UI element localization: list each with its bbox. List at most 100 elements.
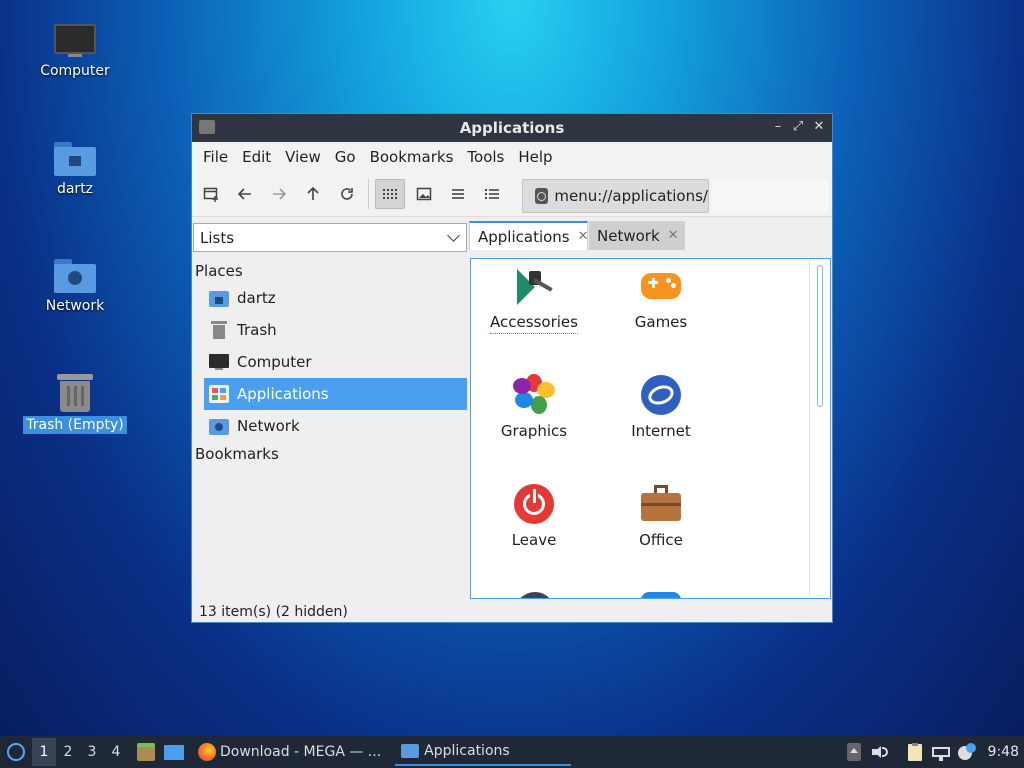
close-tab-icon[interactable]: ✕ xyxy=(578,229,589,244)
folder-item-games[interactable]: Games xyxy=(606,265,716,331)
clock[interactable]: 9:48 xyxy=(988,744,1019,760)
grid-icon xyxy=(383,189,397,199)
image-icon xyxy=(416,187,432,201)
home-folder-icon xyxy=(209,289,229,307)
detailed-list-icon xyxy=(485,189,499,199)
thumbnail-view-button[interactable] xyxy=(409,179,439,209)
reload-button[interactable] xyxy=(332,179,362,209)
scrollbar-thumb[interactable] xyxy=(817,265,823,407)
start-menu-button[interactable] xyxy=(0,736,32,768)
menu-help[interactable]: Help xyxy=(511,148,559,166)
menu-view[interactable]: View xyxy=(278,148,328,166)
power-icon xyxy=(513,483,555,525)
folder-icon xyxy=(401,744,420,758)
sidebar-mode-select[interactable]: Lists xyxy=(193,223,467,252)
sidebar-item-label: Network xyxy=(237,417,300,435)
back-button[interactable] xyxy=(230,179,260,209)
icon-view-button[interactable] xyxy=(375,179,405,209)
workspace-3[interactable]: 3 xyxy=(80,738,104,766)
bookmarks-header: Bookmarks xyxy=(195,445,279,463)
sidebar-mode-value: Lists xyxy=(200,228,235,247)
toolbar: menu://applications/ xyxy=(192,172,832,217)
desktop-icon-label: Network xyxy=(45,298,105,314)
internet-icon xyxy=(640,374,682,416)
workspace-4[interactable]: 4 xyxy=(104,738,128,766)
sidebar-item-applications[interactable]: Applications xyxy=(204,378,467,410)
location-field[interactable] xyxy=(712,179,828,213)
clipboard-icon[interactable] xyxy=(905,743,925,761)
volume-icon[interactable] xyxy=(870,743,890,761)
task-label: Download - MEGA — ... xyxy=(220,744,382,760)
network-folder-icon xyxy=(209,417,229,435)
reload-icon xyxy=(341,188,353,200)
task-label: Applications xyxy=(424,743,510,759)
arrow-right-icon xyxy=(273,188,287,200)
vertical-scrollbar[interactable] xyxy=(809,261,828,596)
sidebar-item-dartz[interactable]: dartz xyxy=(204,282,467,314)
gamepad-icon xyxy=(640,265,682,307)
maximize-button[interactable]: ⤢ xyxy=(789,118,807,136)
workspace-2[interactable]: 2 xyxy=(56,738,80,766)
file-view[interactable]: Accessories Games Graphics Internet Leav… xyxy=(470,258,831,599)
sidebar-item-computer[interactable]: Computer xyxy=(204,346,467,378)
file-cabinet-icon xyxy=(137,743,155,761)
close-tab-icon[interactable]: ✕ xyxy=(668,228,679,243)
item-label: Office xyxy=(639,531,683,549)
desktop-icon-label: Trash (Empty) xyxy=(23,416,127,434)
network-status-icon[interactable] xyxy=(931,743,951,761)
window-titlebar[interactable]: Applications – ⤢ ✕ xyxy=(192,114,832,142)
desktop-icon-trash[interactable]: Trash (Empty) xyxy=(20,372,130,434)
folder-item-leave[interactable]: Leave xyxy=(479,483,589,549)
update-notifier-icon[interactable] xyxy=(957,743,977,761)
eject-icon[interactable] xyxy=(844,743,864,761)
up-button[interactable] xyxy=(298,179,328,209)
minimize-button[interactable]: – xyxy=(769,118,787,136)
sidebar-item-trash[interactable]: Trash xyxy=(204,314,467,346)
monitor-icon xyxy=(209,353,229,371)
location-bar[interactable]: menu://applications/ xyxy=(522,179,709,213)
tab-label: Network xyxy=(597,226,660,245)
folder-item-accessories[interactable]: Accessories xyxy=(479,265,589,334)
menu-bookmarks[interactable]: Bookmarks xyxy=(363,148,461,166)
sidebar-item-network[interactable]: Network xyxy=(204,410,467,442)
desktop-icon xyxy=(164,744,184,760)
menu-edit[interactable]: Edit xyxy=(235,148,278,166)
folder-item-graphics[interactable]: Graphics xyxy=(479,374,589,440)
file-manager-window: Applications – ⤢ ✕ File Edit View Go Boo… xyxy=(191,113,833,623)
close-button[interactable]: ✕ xyxy=(810,118,828,136)
item-label: Accessories xyxy=(490,313,578,334)
desktop-icon-dartz[interactable]: dartz xyxy=(20,140,130,198)
desktop-icon-label: Computer xyxy=(40,63,110,79)
location-text: menu://applications/ xyxy=(554,187,708,205)
tab-applications[interactable]: Applications ✕ xyxy=(469,221,589,250)
task-applications[interactable]: Applications xyxy=(395,738,572,766)
folder-item-partial[interactable] xyxy=(641,592,681,598)
tab-network[interactable]: Network ✕ xyxy=(589,221,685,250)
folder-item-office[interactable]: Office xyxy=(606,483,716,549)
graphics-icon xyxy=(513,374,555,416)
desktop-icon-network[interactable]: Network xyxy=(20,257,130,315)
menubar: File Edit View Go Bookmarks Tools Help xyxy=(192,142,832,172)
folder-item-internet[interactable]: Internet xyxy=(606,374,716,440)
sidebar: Lists Places dartz Trash Computer Applic… xyxy=(192,218,468,598)
file-manager-launcher[interactable] xyxy=(134,740,158,764)
show-desktop-button[interactable] xyxy=(162,740,186,764)
folder-item-partial[interactable] xyxy=(515,592,555,598)
detailed-view-button[interactable] xyxy=(477,179,507,209)
menu-go[interactable]: Go xyxy=(328,148,363,166)
workspace-1[interactable]: 1 xyxy=(32,738,56,766)
briefcase-icon xyxy=(640,483,682,525)
compact-view-button[interactable] xyxy=(443,179,473,209)
menu-tools[interactable]: Tools xyxy=(460,148,511,166)
forward-button[interactable] xyxy=(264,179,294,209)
task-firefox[interactable]: Download - MEGA — ... xyxy=(192,738,387,766)
desktop-icon-computer[interactable]: Computer xyxy=(20,22,130,80)
new-tab-button[interactable] xyxy=(196,179,226,209)
trash-icon xyxy=(54,372,96,412)
toolbar-separator xyxy=(368,179,369,209)
menu-file[interactable]: File xyxy=(196,148,235,166)
sidebar-item-label: Trash xyxy=(237,321,277,339)
lxqt-logo-icon xyxy=(7,743,25,761)
trash-icon xyxy=(209,321,229,339)
item-label: Leave xyxy=(511,531,557,549)
